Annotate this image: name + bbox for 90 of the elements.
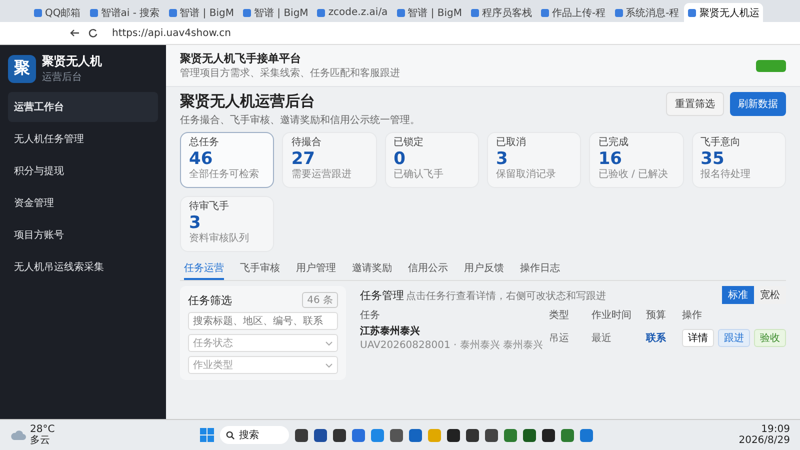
app-icon[interactable]	[466, 428, 480, 442]
brand-name: 聚贤无人机	[42, 53, 102, 70]
app-icon[interactable]	[523, 428, 536, 442]
page-icon	[471, 8, 480, 16]
browser-tab[interactable]: 系统消息-程	[610, 3, 684, 22]
column-header: 任务	[360, 309, 381, 322]
task-title: 江苏泰州泰兴	[360, 324, 421, 338]
action-button[interactable]: 验收	[754, 329, 786, 347]
app-icon[interactable]	[295, 428, 308, 442]
app-icon[interactable]	[333, 428, 346, 442]
browser-tab[interactable]: 智谱ai - 搜索	[86, 3, 164, 22]
browser-tab[interactable]: 作品上传-程	[537, 3, 610, 22]
page-subtitle: 任务撮合、飞手审核、邀请奖励和信用公示统一管理。	[180, 114, 420, 127]
browser-tab[interactable]: 智谱 | BigM	[238, 3, 312, 22]
tab[interactable]: 飞手审核	[240, 259, 280, 280]
page-icon	[168, 8, 177, 16]
app-icon[interactable]	[447, 428, 460, 442]
browser-tab[interactable]: 智谱 | BigM	[164, 3, 238, 22]
taskbar-search[interactable]: 搜索	[220, 426, 290, 444]
browser-tab[interactable]: zcode.z.ai/a	[313, 3, 392, 22]
contact-link[interactable]: 联系	[646, 331, 676, 345]
column-header: 预算	[646, 309, 667, 322]
page-icon	[541, 8, 550, 16]
page-title: 聚贤无人机运营后台	[180, 92, 316, 111]
stat-card[interactable]: 待撮合 27 需要运营跟进	[282, 132, 377, 188]
table-cell-text: 最近	[591, 332, 612, 345]
platform-title: 聚贤无人机飞手接单平台	[180, 51, 302, 66]
refresh-button[interactable]: 刷新数据	[730, 92, 786, 116]
task-code: UAV20260828001 · 泰州泰兴 泰州泰兴	[360, 338, 544, 352]
cloud-icon	[10, 429, 26, 441]
action-button[interactable]: 详情	[682, 329, 714, 347]
clock-date: 2026/8/29	[738, 435, 790, 446]
app-icon[interactable]	[542, 428, 556, 442]
density-toggle[interactable]: 标准	[722, 286, 754, 304]
tab[interactable]: 操作日志	[520, 259, 560, 280]
tab[interactable]: 信用公示	[408, 259, 448, 280]
browser-tab[interactable]: 智谱 | BigM	[392, 3, 466, 22]
sidebar-item[interactable]: 无人机吊运线索采集	[8, 252, 158, 282]
stat-card[interactable]: 待审飞手 3 资料审核队列	[180, 196, 274, 252]
stat-card[interactable]: 已取消 3 保留取消记录	[487, 132, 582, 188]
temperature: 28°C	[30, 424, 55, 435]
chevron-down-icon	[325, 362, 333, 368]
browser-tab[interactable]: 程序员客栈	[467, 3, 536, 22]
page-icon	[614, 8, 623, 16]
page-icon	[242, 8, 251, 16]
sidebar-item[interactable]: 项目方账号	[8, 220, 158, 250]
platform-subtitle: 管理项目方需求、采集线索、任务匹配和客服跟进	[180, 66, 400, 80]
app-icon[interactable]	[314, 428, 328, 442]
table-cell-text: 吊运	[549, 332, 570, 345]
brand-subtitle: 运营后台	[42, 70, 83, 84]
app-icon[interactable]	[390, 428, 404, 442]
status-badge	[756, 60, 786, 72]
browser-tab[interactable]: 聚贤无人机运	[684, 3, 764, 22]
stat-card[interactable]: 已锁定 0 已确认飞手	[384, 132, 479, 188]
page-icon	[317, 8, 326, 16]
page-icon	[34, 8, 42, 16]
section-title: 任务管理 点击任务行查看详情，右侧可改状态和写跟进	[360, 288, 606, 302]
action-button[interactable]: 跟进	[718, 329, 750, 347]
column-header: 操作	[682, 309, 703, 322]
reload-icon[interactable]	[88, 28, 98, 38]
tab[interactable]: 邀请奖励	[352, 259, 392, 280]
count-badge: 46 条	[302, 292, 338, 308]
reset-button[interactable]: 重置筛选	[666, 92, 724, 116]
sidebar-item[interactable]: 积分与提现	[8, 156, 158, 186]
tab[interactable]: 用户反馈	[464, 259, 504, 280]
chevron-down-icon	[325, 340, 333, 346]
search-icon	[226, 430, 236, 440]
clock-time: 19:09	[761, 424, 790, 435]
column-header: 作业时间	[591, 308, 632, 322]
stat-card[interactable]: 飞手意向 35 报名待处理	[692, 132, 786, 188]
tab[interactable]: 用户管理	[296, 259, 336, 280]
stat-card[interactable]: 总任务 46 全部任务可检索	[180, 132, 274, 188]
page-icon	[396, 8, 405, 16]
weather-text: 多云	[30, 435, 51, 446]
sidebar-item[interactable]: 运营工作台	[8, 92, 158, 122]
page-icon	[90, 8, 98, 16]
search-field[interactable]: 搜索标题、地区、编号、联系	[188, 312, 338, 330]
filter-title: 任务筛选	[188, 292, 232, 308]
windows-start-icon[interactable]	[200, 428, 214, 442]
logo: 聚	[8, 54, 36, 82]
stat-card[interactable]: 已完成 16 已验收 / 已解决	[589, 132, 684, 188]
back-icon[interactable]	[70, 28, 80, 38]
sidebar-item[interactable]: 无人机任务管理	[8, 124, 158, 154]
sidebar-item[interactable]: 资金管理	[8, 188, 158, 218]
app-icon[interactable]	[485, 428, 498, 442]
page-icon	[688, 8, 696, 16]
column-header: 类型	[549, 308, 570, 322]
browser-tab[interactable]: QQ邮箱	[30, 3, 85, 22]
tab[interactable]: 任务运营	[184, 259, 224, 280]
address-field[interactable]: https://api.uav4show.cn	[106, 26, 237, 40]
